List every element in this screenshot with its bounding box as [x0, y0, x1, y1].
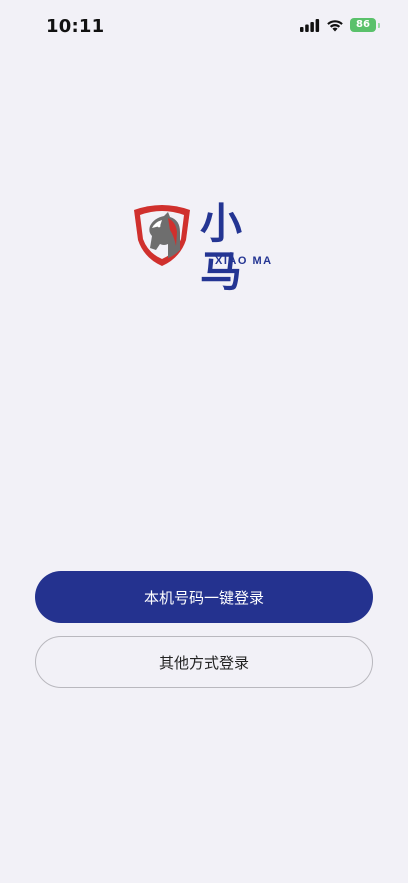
battery-level: 86 — [356, 19, 370, 30]
other-login-methods-button[interactable]: 其他方式登录 — [35, 636, 373, 688]
status-bar: 10:11 86 — [0, 0, 408, 54]
cellular-signal-icon — [300, 18, 320, 32]
logo-subtitle: XIAO MA — [215, 255, 273, 267]
horse-shield-icon — [130, 202, 194, 272]
status-time: 10:11 — [46, 16, 105, 37]
wifi-icon — [326, 19, 344, 32]
app-logo: 小马 XIAO MA — [130, 200, 280, 296]
logo-wordmark: 小马 — [200, 199, 244, 296]
status-icons: 86 — [300, 18, 380, 32]
battery-charging-icon: 86 — [350, 18, 376, 32]
battery-cap — [378, 22, 380, 28]
one-click-login-button[interactable]: 本机号码一键登录 — [35, 571, 373, 623]
